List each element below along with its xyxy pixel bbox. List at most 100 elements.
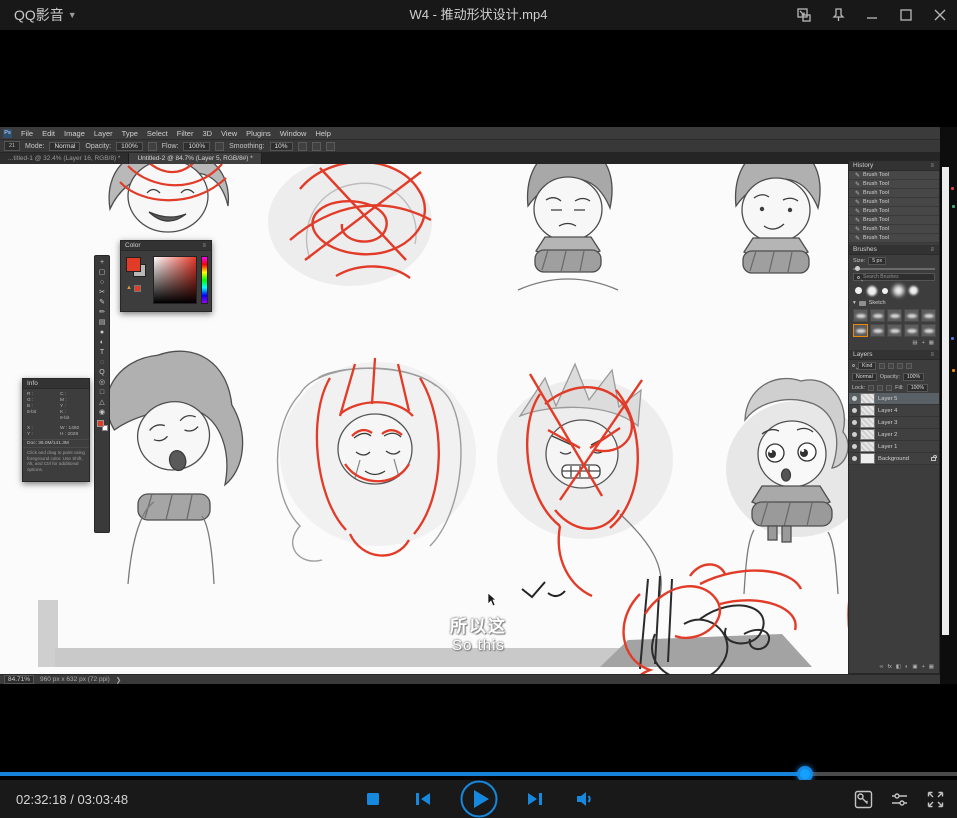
brush-thumbnail: [904, 324, 919, 337]
next-icon: [526, 791, 544, 807]
brush-grid: [849, 308, 939, 338]
mini-mode-icon: [796, 7, 812, 23]
fullscreen-icon: [926, 790, 945, 809]
opacity-label: Opacity:: [85, 143, 111, 150]
brushes-footer-icons: ▤ + ▦: [849, 338, 939, 348]
toolbox-button[interactable]: [849, 785, 877, 813]
maximize-button[interactable]: [889, 0, 923, 30]
qq-player-window: QQ影音 ▼ W4 - 推动形状设计.mp4: [0, 0, 957, 818]
history-entry: ✎Brush Tool: [849, 225, 939, 234]
pin-icon: [830, 7, 846, 23]
layers-lock-row: Lock: Fill: 100%: [849, 382, 939, 393]
layer-row: Layer 4: [849, 405, 939, 417]
move-tool-icon: +: [100, 258, 104, 267]
layers-opacity-value: 100%: [903, 373, 924, 381]
pin-on-top-button[interactable]: [821, 0, 855, 30]
status-doc-info: 960 px x 632 px (72 ppi): [40, 676, 110, 683]
panel-menu-icon: ≡: [202, 241, 207, 250]
history-list: ✎Brush Tool ✎Brush Tool ✎Brush Tool ✎Bru…: [849, 171, 939, 243]
layers-list: Layer 5 Layer 4 Layer 3 Layer 2 Layer 1 …: [849, 393, 939, 465]
minimize-button[interactable]: [855, 0, 889, 30]
play-button[interactable]: [459, 779, 499, 818]
layers-footer-icons: ∞ fx ◧ ◐ ▣ + ▦: [875, 662, 939, 672]
app-name: QQ影音: [14, 5, 64, 25]
ps-menu-view: View: [221, 129, 237, 138]
volume-button[interactable]: [571, 785, 599, 813]
ps-menu-type: Type: [122, 129, 138, 138]
pressure-size-icon: [312, 142, 321, 151]
delete-layer-icon: ▦: [929, 664, 934, 670]
brush-search-placeholder: Search Brushes: [863, 274, 899, 280]
info-rgb-column: R :G :B :8-bit: [27, 392, 52, 422]
minimize-icon: [864, 7, 880, 23]
settings-button[interactable]: [885, 785, 913, 813]
opacity-label: Opacity:: [880, 374, 900, 380]
info-doc-size: Doc: 36.0M/141.3M: [23, 439, 89, 447]
ps-menu-file: File: [21, 129, 33, 138]
symmetry-icon: [326, 142, 335, 151]
brush-preview-row: [849, 281, 939, 298]
sliders-icon: [890, 790, 909, 809]
pencil-tool-icon: ✏: [99, 308, 105, 317]
ps-menu-3d: 3D: [202, 129, 212, 138]
next-button[interactable]: [521, 785, 549, 813]
layer-style-icon: fx: [888, 664, 892, 670]
type-tool-icon: T: [100, 348, 104, 357]
brush-preset-icon: 21: [4, 141, 20, 151]
color-saturation-field: [153, 256, 197, 304]
info-wh-column: W : 1492H : 2028: [60, 426, 85, 438]
smoothing-label: Smoothing:: [229, 143, 264, 150]
previous-button[interactable]: [409, 785, 437, 813]
brush-folder-icon: ▤: [912, 340, 917, 346]
app-menu[interactable]: QQ影音 ▼: [14, 0, 77, 30]
lock-label: Lock:: [852, 385, 865, 391]
flow-value: 100%: [183, 142, 210, 151]
layers-kind-filter: Kind: [858, 362, 876, 370]
layers-panel-title: Layers: [853, 350, 873, 359]
chevron-down-icon: ▼: [68, 10, 77, 20]
brush-thumbnail: [921, 309, 936, 322]
layer-group-icon: ▣: [912, 664, 917, 670]
zoom-tool-icon: Q: [99, 368, 104, 377]
stop-button[interactable]: [359, 785, 387, 813]
info-cmyk-column: C :M :Y :K :8-bit: [60, 392, 85, 422]
smudge-tool-icon: ◌: [100, 358, 104, 367]
layer-row: Layer 2: [849, 429, 939, 441]
recorded-cursor: [487, 593, 497, 607]
ps-tab-untitled2: Untitled-2 @ 84.7% (Layer 5, RGB/8#) *: [129, 153, 261, 164]
brush-thumbnail: [853, 309, 868, 322]
layer-row: Layer 5: [849, 393, 939, 405]
history-entry: ✎Brush Tool: [849, 216, 939, 225]
ps-menu-filter: Filter: [177, 129, 194, 138]
status-zoom-value: 84.71%: [4, 675, 34, 684]
player-control-bar: 02:32:18 / 03:03:48: [0, 780, 957, 818]
ps-tab-untitled1: ...titled-1 @ 32.4% (Layer 16, RGB/8) *: [0, 153, 129, 164]
mini-mode-button[interactable]: [787, 0, 821, 30]
toolbox-wrench-icon: [854, 790, 873, 809]
smoothing-value: 10%: [270, 142, 293, 151]
seek-bar[interactable]: [0, 766, 957, 780]
ps-status-bar: 84.71% 960 px x 632 px (72 ppi) ❯: [0, 674, 940, 684]
ps-menu-image: Image: [64, 129, 85, 138]
brush-thumbnail: [870, 309, 885, 322]
seek-fill: [0, 772, 805, 776]
lock-position-icon: [886, 385, 892, 391]
stop-icon: [366, 792, 380, 806]
video-display-area[interactable]: Ps File Edit Image Layer Type Select Fil…: [0, 30, 957, 768]
hand-tool-icon: ◉: [99, 408, 105, 417]
lock-icon: [931, 457, 936, 461]
history-entry: ✎Brush Tool: [849, 189, 939, 198]
delete-brush-icon: ▦: [929, 340, 934, 346]
info-panel-title: Info: [27, 379, 38, 388]
volume-icon: [575, 791, 595, 807]
layer-row: Layer 1: [849, 441, 939, 453]
color-fg-swatch: [126, 257, 141, 272]
fullscreen-button[interactable]: [921, 785, 949, 813]
eye-icon: [852, 420, 857, 425]
ps-right-dock: History≡ ✎Brush Tool ✎Brush Tool ✎Brush …: [848, 160, 940, 674]
clone-tool-icon: ▤: [99, 318, 106, 327]
lock-pixels-icon: [877, 385, 883, 391]
pen-tool-icon: △: [99, 398, 104, 407]
close-button[interactable]: [923, 0, 957, 30]
brush-history-icon: ✎: [855, 172, 860, 179]
